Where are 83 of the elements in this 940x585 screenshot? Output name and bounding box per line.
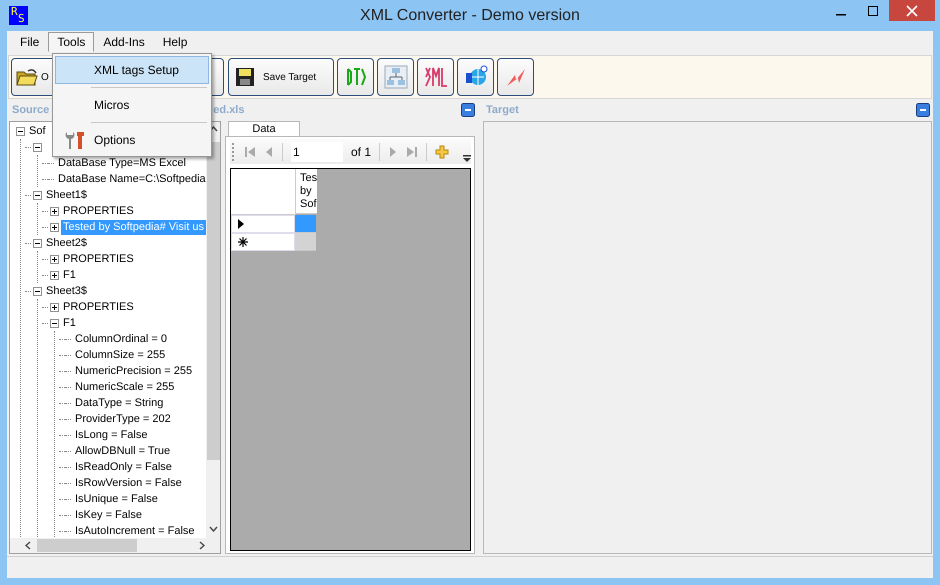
tree-item[interactable]: IsRowVersion = False — [73, 476, 184, 490]
window-title: XML Converter - Demo version — [359, 6, 581, 24]
tree-item[interactable]: NumericScale = 255 — [73, 380, 176, 394]
tree-item[interactable]: DataBase Type=MS Excel — [56, 156, 188, 170]
dtd-icon — [344, 66, 366, 88]
menu-item[interactable]: File — [11, 32, 48, 52]
tree-item[interactable]: F1 — [61, 316, 78, 330]
diagram-icon — [384, 65, 408, 89]
vertical-scrollbar[interactable] — [206, 122, 220, 538]
pane-title: Source — [12, 104, 50, 116]
row-header[interactable] — [231, 215, 295, 233]
collapse-icon[interactable] — [916, 102, 930, 116]
collapse-icon[interactable] — [33, 190, 42, 200]
diagram-button[interactable] — [377, 58, 414, 96]
tree-item[interactable]: ColumnOrdinal = 0 — [73, 332, 170, 346]
file-name: ed.xls — [213, 104, 244, 116]
collapse-icon[interactable] — [50, 318, 59, 328]
overflow-icon[interactable] — [463, 155, 471, 163]
collapse-icon[interactable] — [33, 286, 42, 296]
menu-item[interactable]: Micros — [55, 91, 209, 119]
folder-icon — [16, 68, 38, 86]
tree-item[interactable]: F1 — [61, 268, 78, 282]
collapse-icon[interactable] — [33, 142, 42, 152]
collapse-icon[interactable] — [33, 238, 42, 248]
data-tab[interactable]: Data — [228, 121, 300, 136]
pane-title: Target — [486, 104, 519, 116]
menu-item[interactable]: Help — [154, 32, 196, 52]
scroll-thumb[interactable] — [206, 142, 220, 460]
grid-cell[interactable] — [295, 215, 316, 233]
menu-item[interactable]: Add-Ins — [94, 32, 154, 52]
tree-item[interactable]: DataType = String — [73, 396, 166, 410]
tree-item[interactable]: Sheet2$ — [44, 236, 89, 250]
row-header[interactable] — [231, 233, 295, 251]
column-header[interactable]: Tes by Sof — [296, 169, 317, 214]
tree-item[interactable]: PROPERTIES — [61, 252, 136, 266]
position-field[interactable]: 1 — [291, 142, 343, 162]
menu-item[interactable]: Tools — [48, 32, 94, 52]
tree-item[interactable]: Sheet1$ — [44, 188, 89, 202]
tree-item[interactable]: IsAutoIncrement = False — [73, 524, 197, 538]
collapse-icon[interactable] — [16, 126, 25, 136]
flash-button[interactable] — [497, 58, 534, 96]
scroll-right-icon[interactable] — [199, 541, 205, 550]
scroll-down-icon[interactable] — [208, 526, 218, 532]
tree-item[interactable]: DataBase Name=C:\Softpedia — [56, 172, 208, 186]
maximize-icon[interactable] — [867, 4, 879, 16]
tree-item[interactable]: PROPERTIES — [61, 300, 136, 314]
scroll-thumb[interactable] — [37, 539, 137, 552]
app-logo: RS — [9, 6, 28, 25]
close-icon — [906, 4, 918, 16]
expand-icon[interactable] — [50, 302, 59, 312]
corner-cell — [231, 169, 296, 215]
tree-item[interactable]: NumericPrecision = 255 — [73, 364, 194, 378]
dtd-button[interactable] — [337, 58, 374, 96]
tree-item[interactable]: PROPERTIES — [61, 204, 136, 218]
current-row-icon — [238, 219, 244, 229]
tree-item[interactable]: IsKey = False — [73, 508, 144, 522]
tree-item[interactable]: IsLong = False — [73, 428, 150, 442]
tree-item[interactable]: ColumnSize = 255 — [73, 348, 168, 362]
save-target-button[interactable]: Save Target — [228, 58, 334, 96]
web-button[interactable] — [457, 58, 494, 96]
close-button[interactable] — [889, 0, 935, 21]
horizontal-scrollbar[interactable] — [10, 538, 220, 553]
grid-cell[interactable] — [295, 233, 316, 251]
scroll-left-icon[interactable] — [25, 541, 31, 550]
record-count: of 1 — [351, 144, 372, 158]
collapse-icon[interactable] — [461, 102, 475, 116]
menu-item[interactable]: Options — [55, 126, 209, 154]
expand-icon[interactable] — [50, 270, 59, 280]
expand-icon[interactable] — [50, 222, 59, 232]
tree-item[interactable]: ProviderType = 202 — [73, 412, 173, 426]
tree-item[interactable]: Sheet3$ — [44, 284, 89, 298]
expand-icon[interactable] — [50, 254, 59, 264]
tools-icon — [63, 129, 85, 151]
xml-icon — [424, 65, 448, 89]
new-row-icon — [238, 237, 248, 247]
tree-item[interactable]: IsUnique = False — [73, 492, 160, 506]
add-icon[interactable] — [435, 144, 450, 158]
tree-item[interactable]: AllowDBNull = True — [73, 444, 172, 458]
expand-icon[interactable] — [50, 206, 59, 216]
xml-button[interactable] — [417, 58, 454, 96]
menu-item[interactable]: XML tags Setup — [55, 56, 209, 84]
tree-item[interactable]: Sof — [27, 124, 48, 138]
tree-item[interactable]: IsReadOnly = False — [73, 460, 174, 474]
